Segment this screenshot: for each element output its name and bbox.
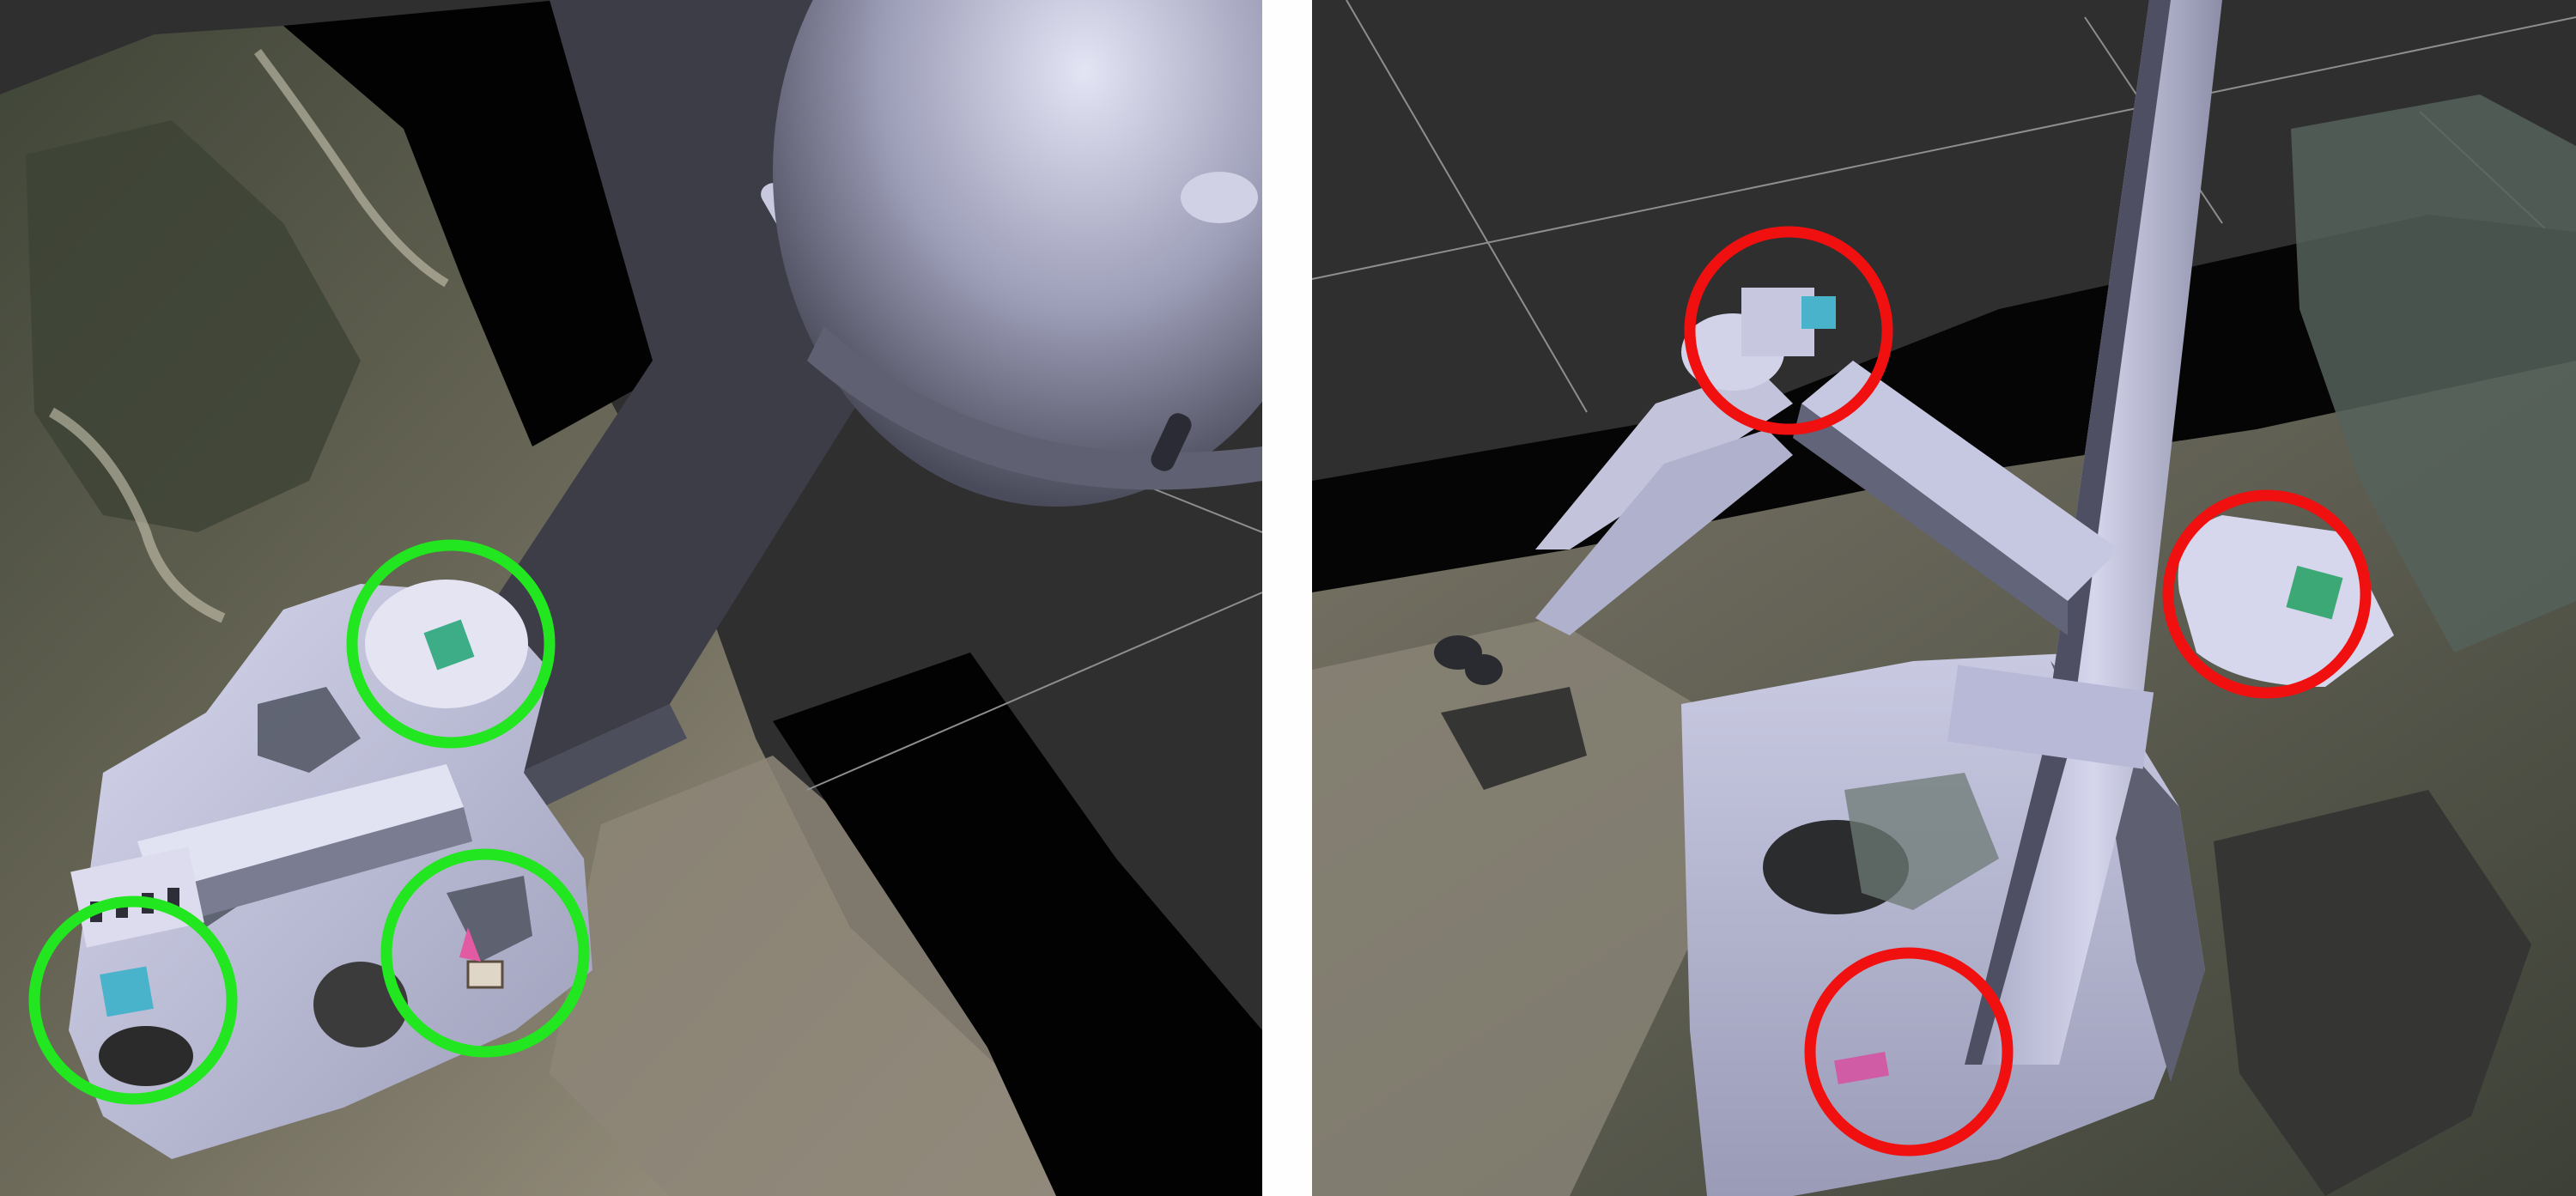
gripper-tip <box>1465 654 1503 685</box>
left-scene <box>0 0 1262 1196</box>
wrist-lens <box>99 1026 193 1086</box>
wrist-camera-chip <box>100 966 154 1017</box>
right-panel <box>1312 0 2576 1196</box>
wrist-camera-chip <box>1801 296 1836 329</box>
base-sensor-chip <box>466 960 504 989</box>
head-port <box>1181 172 1258 223</box>
panel-divider <box>1262 0 1312 1196</box>
left-panel <box>0 0 1262 1196</box>
right-scene <box>1312 0 2576 1196</box>
